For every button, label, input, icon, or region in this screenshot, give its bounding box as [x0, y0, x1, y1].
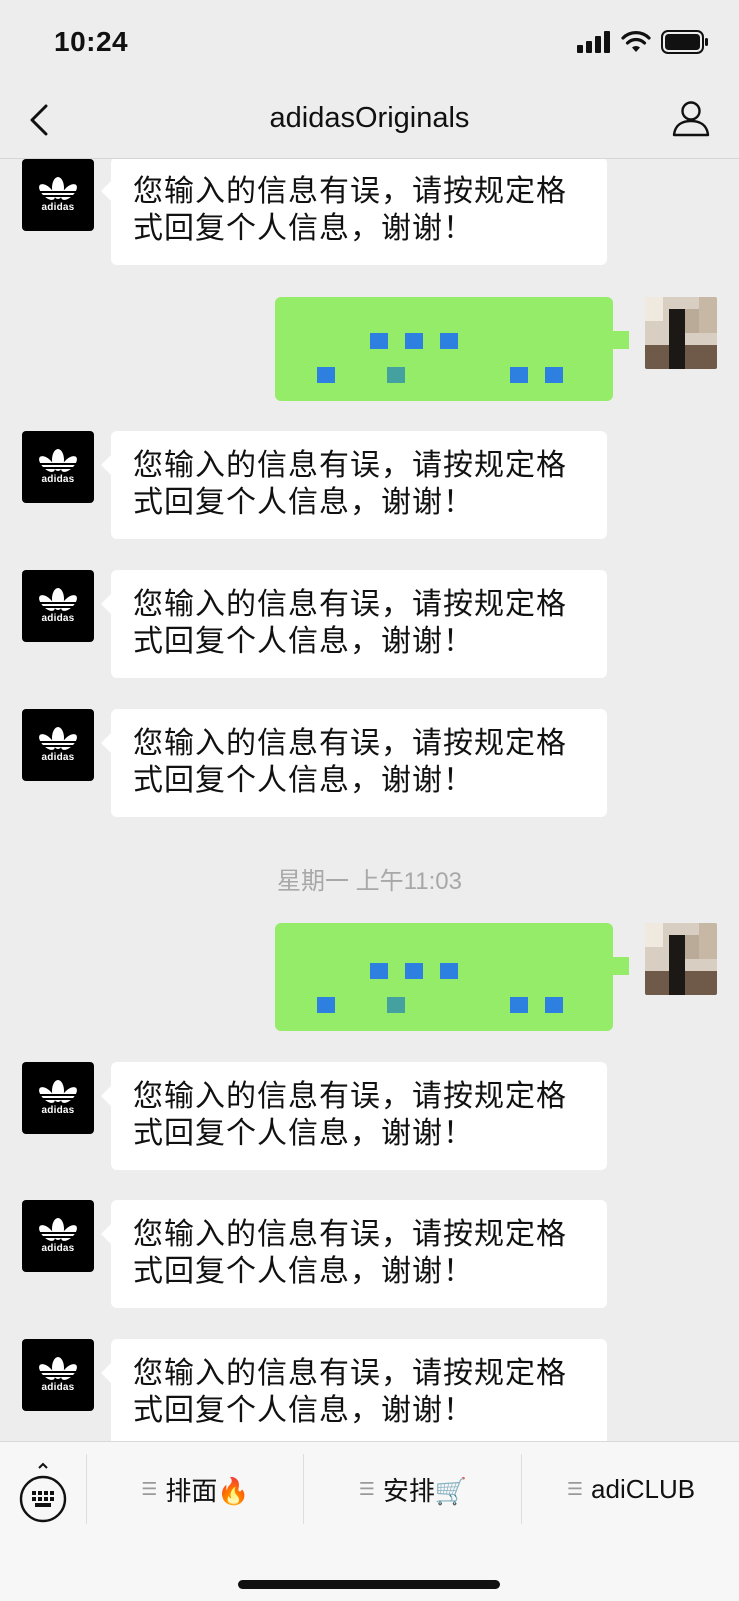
adidas-avatar[interactable]: adidas [22, 431, 94, 503]
signal-icon [577, 31, 610, 53]
keyboard-icon [19, 1462, 67, 1523]
sent-bubble-redacted[interactable] [275, 297, 629, 401]
adidas-logo-text: adidas [41, 613, 75, 624]
message-bubble[interactable]: 您输入的信息有误，请按规定格式回复个人信息，谢谢！ [101, 709, 607, 817]
user-avatar[interactable] [645, 297, 717, 369]
user-avatar[interactable] [645, 923, 717, 995]
home-indicator[interactable] [238, 1580, 500, 1589]
message-bubble[interactable]: 您输入的信息有误，请按规定格式回复个人信息，谢谢！ [101, 431, 607, 539]
sent-message [267, 297, 717, 407]
menu-lines-icon: ☰ [141, 1478, 157, 1499]
menu-item-label: 排面🔥 [165, 1475, 250, 1506]
menu-item-anpai[interactable]: ☰ 安排🛒 [303, 1454, 522, 1524]
status-bar: 10:24 [0, 0, 739, 88]
status-icons [577, 30, 709, 54]
adidas-trefoil-icon [39, 177, 77, 200]
sent-bubble-redacted[interactable] [275, 923, 629, 1031]
adidas-avatar[interactable]: adidas [22, 1339, 94, 1411]
menu-lines-icon: ☰ [566, 1478, 583, 1499]
nav-bar: adidasOriginals [0, 88, 739, 159]
menu-item-label: 安排🛒 [382, 1475, 468, 1506]
keyboard-toggle-button[interactable] [18, 1462, 68, 1524]
adidas-trefoil-icon [39, 449, 77, 472]
message-bubble[interactable]: 您输入的信息有误，请按规定格式回复个人信息，谢谢！ [101, 570, 607, 678]
battery-icon [661, 30, 708, 54]
adidas-trefoil-icon [39, 727, 77, 750]
adidas-logo-text: adidas [41, 474, 75, 485]
message-bubble[interactable]: 您输入的信息有误，请按规定格式回复个人信息，谢谢！ [101, 1339, 607, 1441]
menu-lines-icon: ☰ [358, 1478, 375, 1499]
adidas-trefoil-icon [39, 1357, 77, 1380]
menu-item-label: adiCLUB [591, 1473, 696, 1504]
chat-area[interactable]: adidas 您输入的信息有误，请按规定格式回复个人信息，谢谢！ adidas … [0, 159, 739, 1441]
message-bubble[interactable]: 您输入的信息有误，请按规定格式回复个人信息，谢谢！ [101, 159, 607, 265]
adidas-avatar[interactable]: adidas [22, 570, 94, 642]
adidas-avatar[interactable]: adidas [22, 709, 94, 781]
page-title: adidasOriginals [269, 102, 470, 134]
chat-timestamp: 星期一 上午11:03 [277, 868, 462, 895]
official-account-menu: ☰ 排面🔥 ☰ 安排🛒 ☰ adiCLUB [0, 1441, 739, 1601]
wifi-icon [621, 31, 651, 52]
adidas-avatar[interactable]: adidas [22, 159, 94, 231]
status-time: 10:24 [54, 26, 129, 57]
adidas-logo-text: adidas [41, 1382, 75, 1393]
adidas-logo-text: adidas [41, 1243, 75, 1254]
message-bubble[interactable]: 您输入的信息有误，请按规定格式回复个人信息，谢谢！ [101, 1200, 607, 1308]
adidas-avatar[interactable]: adidas [22, 1200, 94, 1272]
adidas-avatar[interactable]: adidas [22, 1062, 94, 1134]
adidas-trefoil-icon [39, 1218, 77, 1241]
person-icon [672, 101, 710, 137]
chat-profile-button[interactable] [671, 98, 711, 138]
sent-message [267, 923, 717, 1033]
adidas-trefoil-icon [39, 1080, 77, 1103]
adidas-logo-text: adidas [41, 1105, 75, 1116]
adidas-logo-text: adidas [41, 202, 75, 213]
adidas-trefoil-icon [39, 588, 77, 611]
menu-item-paimian[interactable]: ☰ 排面🔥 [86, 1454, 304, 1524]
message-bubble[interactable]: 您输入的信息有误，请按规定格式回复个人信息，谢谢！ [101, 1062, 607, 1170]
adidas-logo-text: adidas [41, 752, 75, 763]
menu-item-adiclub[interactable]: ☰ adiCLUB [521, 1454, 739, 1524]
